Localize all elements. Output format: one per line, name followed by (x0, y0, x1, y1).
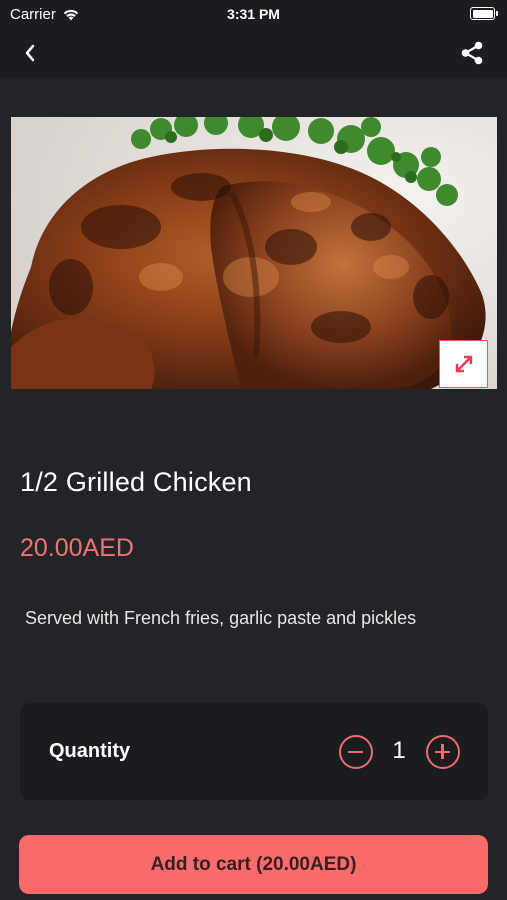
expand-image-button[interactable] (439, 340, 488, 388)
quantity-value: 1 (392, 737, 406, 764)
share-button[interactable] (457, 38, 487, 68)
grilled-chicken-photo (11, 117, 497, 389)
decrease-quantity-button[interactable] (339, 735, 373, 769)
battery-icon (470, 7, 498, 20)
product-title: 1/2 Grilled Chicken (20, 467, 252, 497)
back-button[interactable] (14, 38, 46, 68)
product-description: Served with French fries, garlic paste a… (25, 608, 417, 628)
status-time: 3:31 PM (227, 6, 280, 22)
expand-arrows-icon (455, 355, 472, 373)
quantity-card: Quantity 1 (20, 703, 488, 800)
increase-quantity-button[interactable] (426, 735, 460, 769)
share-icon (461, 41, 483, 65)
product-price: 20.00AED (20, 534, 134, 562)
add-to-cart-button[interactable]: Add to cart (20.00AED) (19, 835, 488, 894)
nav-bar (0, 28, 507, 78)
chevron-left-icon (25, 44, 35, 62)
status-bar: Carrier 3:31 PM (0, 0, 507, 28)
quantity-label: Quantity (49, 740, 131, 762)
product-image[interactable] (11, 117, 497, 389)
